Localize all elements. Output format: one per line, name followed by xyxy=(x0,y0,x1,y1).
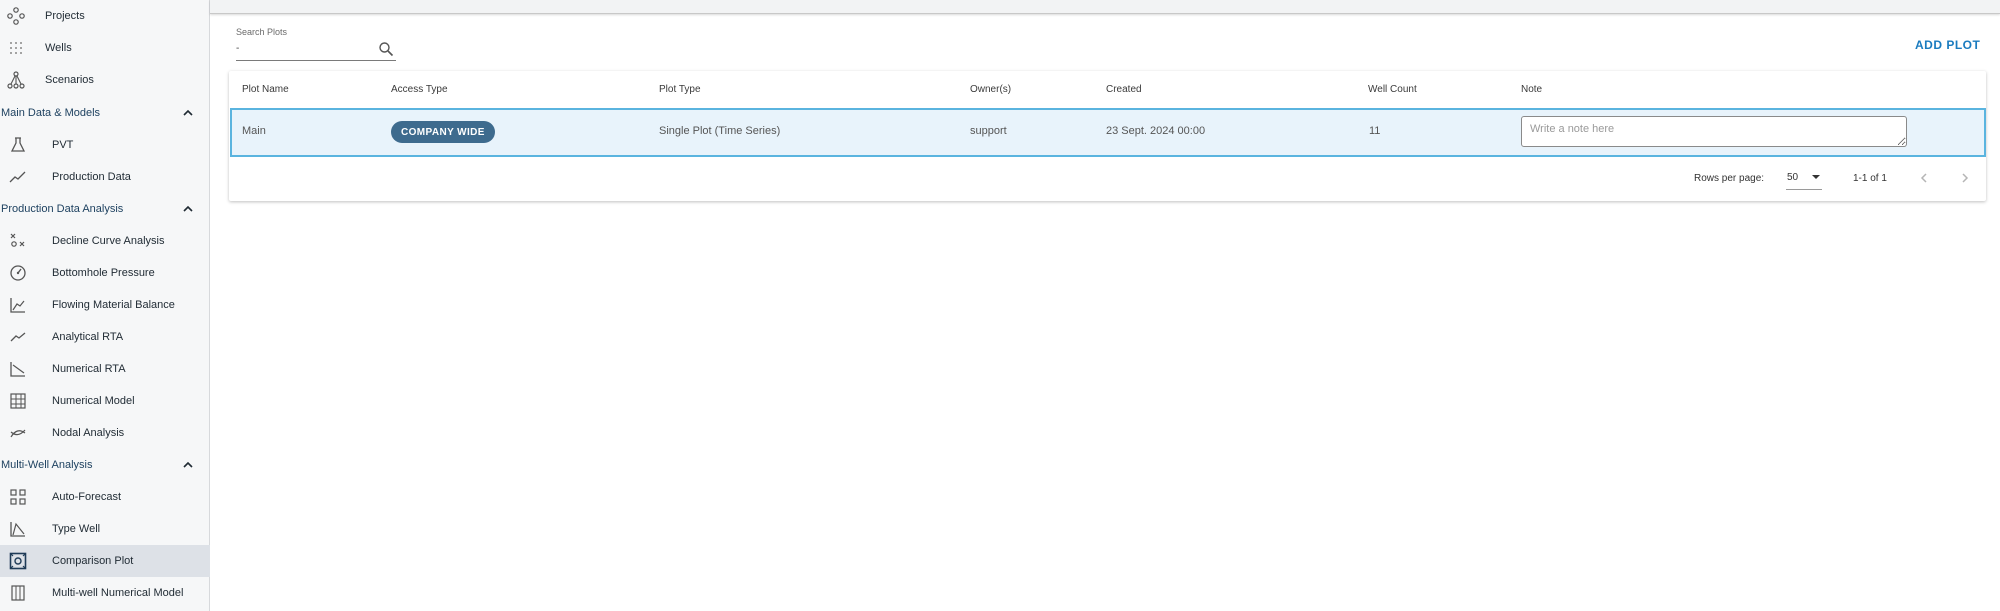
previous-page-button[interactable] xyxy=(1914,168,1934,188)
decline-curve-icon xyxy=(7,230,29,252)
sidebar-item-label: Numerical RTA xyxy=(52,363,126,375)
section-title: Main Data & Models xyxy=(1,107,101,119)
grid-model-icon xyxy=(7,390,29,412)
section-production-data-analysis[interactable]: Production Data Analysis xyxy=(0,194,210,224)
sidebar-item-type-well[interactable]: Type Well xyxy=(0,513,210,545)
cell-owners: support xyxy=(970,125,1007,137)
cell-well-count: 11 xyxy=(1369,125,1381,137)
sidebar-item-auto-forecast[interactable]: Auto-Forecast xyxy=(0,481,210,513)
section-main-data-models[interactable]: Main Data & Models xyxy=(0,98,210,128)
rows-per-page-label: Rows per page: xyxy=(1694,173,1765,184)
sidebar-item-comparison-plot[interactable]: Comparison Plot xyxy=(0,545,210,577)
rows-per-page-select[interactable]: 50 xyxy=(1786,168,1822,190)
sidebar-item-bottomhole-pressure[interactable]: Bottomhole Pressure xyxy=(0,257,210,289)
sidebar-item-label: Bottomhole Pressure xyxy=(52,267,155,279)
add-plot-button[interactable]: ADD PLOT xyxy=(1915,38,1980,52)
sidebar-item-label: Multi-well Numerical Model xyxy=(52,587,184,599)
sidebar-item-flowing-material-balance[interactable]: Flowing Material Balance xyxy=(0,289,210,321)
column-header-well-count[interactable]: Well Count xyxy=(1368,84,1417,95)
sidebar-item-label: Type Well xyxy=(52,523,101,535)
nodal-curves-icon xyxy=(7,422,29,444)
section-multi-well-analysis[interactable]: Multi-Well Analysis xyxy=(0,450,210,480)
numerical-rta-icon xyxy=(7,358,29,380)
column-header-plot-name[interactable]: Plot Name xyxy=(242,84,289,95)
analytical-line-icon xyxy=(7,326,29,348)
sidebar: Projects Wells Scenarios Main Data & Mod… xyxy=(0,0,210,611)
sidebar-item-decline-curve-analysis[interactable]: Decline Curve Analysis xyxy=(0,225,210,257)
sidebar-item-nodal-analysis[interactable]: Nodal Analysis xyxy=(0,417,210,449)
sidebar-item-label: Comparison Plot xyxy=(52,555,134,567)
caret-down-icon xyxy=(1812,175,1820,179)
next-page-button[interactable] xyxy=(1955,168,1975,188)
flask-icon xyxy=(7,134,29,156)
wells-grid-icon xyxy=(5,37,27,59)
sidebar-item-label: Decline Curve Analysis xyxy=(52,235,165,247)
sidebar-item-scenarios[interactable]: Scenarios xyxy=(0,64,210,96)
sidebar-item-projects[interactable]: Projects xyxy=(0,0,210,32)
gauge-icon xyxy=(7,262,29,284)
sidebar-item-multi-well-numerical-model[interactable]: Multi-well Numerical Model xyxy=(0,577,210,609)
sidebar-item-label: Flowing Material Balance xyxy=(52,299,175,311)
sidebar-item-numerical-rta[interactable]: Numerical RTA xyxy=(0,353,210,385)
sidebar-item-label: Numerical Model xyxy=(52,395,135,407)
search-value: - xyxy=(236,43,240,54)
section-title: Multi-Well Analysis xyxy=(1,459,93,471)
projects-network-icon xyxy=(5,5,27,27)
sidebar-item-label: Auto-Forecast xyxy=(52,491,122,503)
fmb-chart-icon xyxy=(7,294,29,316)
sidebar-item-label: PVT xyxy=(52,139,74,151)
sidebar-item-label: Projects xyxy=(45,10,85,22)
scenarios-tree-icon xyxy=(5,69,27,91)
top-bar xyxy=(210,0,2000,14)
rows-per-page-value: 50 xyxy=(1787,172,1799,183)
line-trend-icon xyxy=(7,166,29,188)
search-input[interactable]: - xyxy=(236,41,396,61)
sidebar-item-production-data[interactable]: Production Data xyxy=(0,161,210,193)
column-header-owners[interactable]: Owner(s) xyxy=(970,84,1011,95)
cell-plot-name[interactable]: Main xyxy=(242,125,266,137)
pagination-range: 1-1 of 1 xyxy=(1853,173,1887,184)
search-label: Search Plots xyxy=(236,27,288,37)
sidebar-item-label: Nodal Analysis xyxy=(52,427,125,439)
sidebar-item-pvt[interactable]: PVT xyxy=(0,129,210,161)
sidebar-item-label: Wells xyxy=(45,42,72,54)
access-type-badge: COMPANY WIDE xyxy=(391,121,495,143)
comparison-plot-icon xyxy=(7,550,29,572)
chevron-right-icon xyxy=(1962,173,1969,183)
column-header-access-type[interactable]: Access Type xyxy=(391,84,448,95)
sidebar-item-wells[interactable]: Wells xyxy=(0,32,210,64)
sidebar-item-label: Analytical RTA xyxy=(52,331,124,343)
chevron-up-icon xyxy=(183,109,193,116)
column-header-note[interactable]: Note xyxy=(1521,84,1542,95)
sidebar-item-label: Production Data xyxy=(52,171,131,183)
section-title: Production Data Analysis xyxy=(1,203,124,215)
column-header-plot-type[interactable]: Plot Type xyxy=(659,84,701,95)
sidebar-item-label: Scenarios xyxy=(45,74,94,86)
column-header-created[interactable]: Created xyxy=(1106,84,1142,95)
columns-icon xyxy=(7,582,29,604)
sidebar-item-analytical-rta[interactable]: Analytical RTA xyxy=(0,321,210,353)
sidebar-item-numerical-model[interactable]: Numerical Model xyxy=(0,385,210,417)
note-input[interactable] xyxy=(1521,116,1907,147)
chevron-up-icon xyxy=(183,461,193,468)
chevron-up-icon xyxy=(183,205,193,212)
search-icon[interactable] xyxy=(378,41,394,57)
type-well-curve-icon xyxy=(7,518,29,540)
cell-plot-type: Single Plot (Time Series) xyxy=(659,125,781,137)
four-squares-icon xyxy=(7,486,29,508)
cell-created: 23 Sept. 2024 00:00 xyxy=(1106,125,1206,137)
chevron-left-icon xyxy=(1920,173,1927,183)
